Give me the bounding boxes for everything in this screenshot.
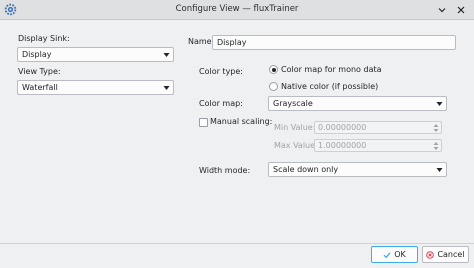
- display-sink-label: Display Sink:: [18, 34, 70, 43]
- cancel-button-label: Cancel: [437, 250, 465, 259]
- ok-button[interactable]: OK: [371, 246, 418, 263]
- title-bar[interactable]: Configure View — fluxTrainer: [0, 0, 474, 20]
- name-value: Display: [217, 38, 247, 47]
- max-value: 1.00000000: [318, 141, 367, 150]
- chevron-down-icon: [436, 102, 443, 106]
- chevron-down-icon: [163, 86, 170, 90]
- display-sink-value: Display: [22, 50, 52, 59]
- minimize-button[interactable]: [435, 3, 449, 17]
- cancel-button[interactable]: Cancel: [422, 246, 469, 263]
- display-sink-select[interactable]: Display: [17, 47, 174, 62]
- color-type-label: Color type:: [199, 67, 243, 76]
- manual-scaling-label[interactable]: Manual scaling:: [210, 117, 272, 126]
- min-value-label: Min Value:: [274, 123, 316, 132]
- name-label: Name:: [188, 37, 215, 46]
- min-value: 0.00000000: [318, 123, 367, 132]
- native-color-radio[interactable]: [269, 82, 278, 91]
- chevron-down-icon: [436, 168, 443, 172]
- view-type-value: Waterfall: [22, 83, 58, 92]
- spin-arrows-icon[interactable]: [433, 123, 439, 133]
- chevron-down-icon: [163, 53, 170, 57]
- close-icon: [457, 6, 465, 14]
- min-value-spinbox[interactable]: 0.00000000: [314, 121, 442, 134]
- name-input[interactable]: Display: [212, 35, 456, 50]
- width-mode-label: Width mode:: [199, 166, 251, 175]
- max-value-label: Max Value:: [274, 141, 318, 150]
- color-map-label: Color map:: [199, 99, 243, 108]
- color-map-mono-radio[interactable]: [269, 65, 278, 74]
- spin-arrows-icon[interactable]: [433, 141, 439, 151]
- color-map-mono-label[interactable]: Color map for mono data: [281, 65, 382, 74]
- ok-button-label: OK: [394, 250, 406, 259]
- color-map-select[interactable]: Grayscale: [268, 96, 447, 111]
- width-mode-value: Scale down only: [273, 165, 339, 174]
- view-type-label: View Type:: [18, 67, 61, 76]
- width-mode-select[interactable]: Scale down only: [268, 162, 447, 177]
- view-type-select[interactable]: Waterfall: [17, 80, 174, 95]
- manual-scaling-checkbox[interactable]: [199, 118, 208, 127]
- footer-separator: [0, 243, 474, 244]
- max-value-spinbox[interactable]: 1.00000000: [314, 139, 442, 152]
- native-color-label[interactable]: Native color (if possible): [281, 82, 378, 91]
- window-title: Configure View — fluxTrainer: [175, 4, 299, 14]
- color-map-value: Grayscale: [273, 99, 313, 108]
- close-button[interactable]: [454, 3, 468, 17]
- chevron-down-icon: [438, 8, 446, 13]
- check-icon: [383, 251, 391, 258]
- cancel-icon: [426, 250, 435, 259]
